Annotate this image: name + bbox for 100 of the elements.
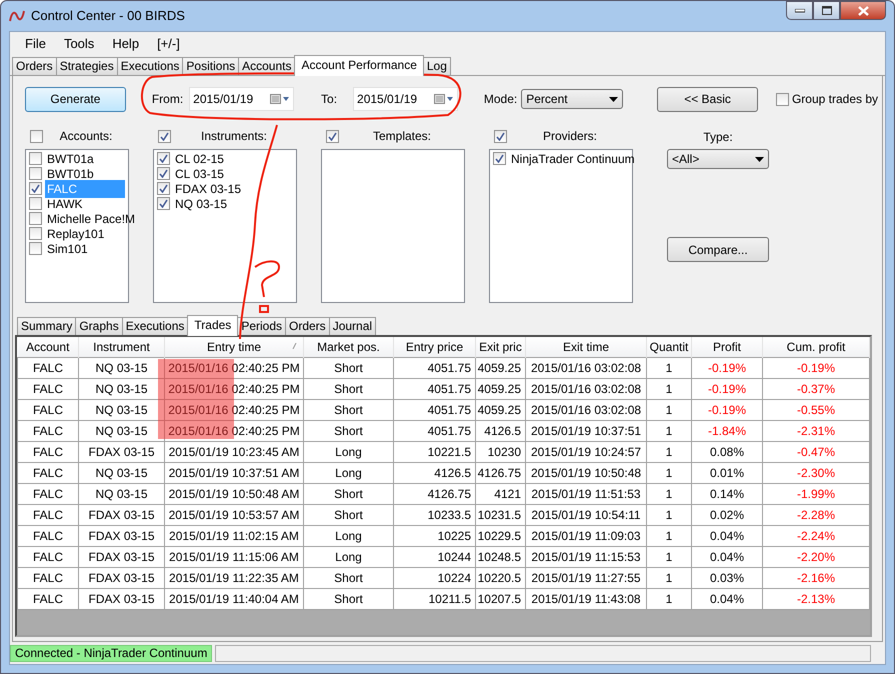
checkbox[interactable] bbox=[493, 152, 506, 165]
tab[interactable]: Account Performance bbox=[294, 55, 424, 76]
tab[interactable]: Journal bbox=[328, 317, 376, 335]
column-header[interactable]: Exit time bbox=[526, 337, 646, 358]
checkbox[interactable] bbox=[30, 130, 43, 142]
list-item[interactable]: FDAX 03-15 bbox=[173, 180, 293, 198]
type-dropdown[interactable]: <All> bbox=[667, 149, 769, 169]
column-header[interactable]: Account bbox=[18, 337, 78, 358]
table-cell: FDAX 03-15 bbox=[78, 568, 164, 588]
filter-label: Providers: bbox=[542, 128, 598, 145]
table-cell: 10224 bbox=[394, 568, 476, 588]
list-item[interactable]: HAWK bbox=[45, 194, 125, 212]
column-header[interactable]: Entry time bbox=[164, 337, 304, 358]
checkbox[interactable] bbox=[157, 182, 170, 195]
calendar-icon bbox=[434, 94, 454, 104]
checkbox[interactable] bbox=[326, 130, 339, 142]
column-header[interactable]: Entry price bbox=[394, 337, 476, 358]
tab[interactable]: Strategies bbox=[56, 57, 118, 75]
list-item[interactable]: BWT01b bbox=[45, 164, 125, 182]
checkbox[interactable] bbox=[494, 130, 507, 142]
table-cell: 4126.75 bbox=[394, 484, 476, 504]
table-cell: 2015/01/16 02:40:25 PM bbox=[164, 378, 304, 400]
checkbox[interactable] bbox=[157, 152, 170, 165]
table-cell: -0.37% bbox=[762, 378, 870, 400]
list-item[interactable]: CL 02-15 bbox=[173, 150, 293, 168]
tab[interactable]: Orders bbox=[12, 57, 57, 75]
list-item[interactable]: CL 03-15 bbox=[173, 164, 293, 182]
column-header[interactable]: Cum. profit bbox=[762, 337, 870, 358]
list-item[interactable]: Sim101 bbox=[45, 240, 125, 258]
table-cell: 10220.5 bbox=[476, 568, 526, 588]
tab[interactable]: Executions bbox=[116, 57, 184, 75]
checkbox[interactable] bbox=[29, 227, 42, 240]
table-cell: 2015/01/16 03:02:08 bbox=[526, 358, 646, 378]
table-cell: Long bbox=[304, 462, 394, 484]
checkbox[interactable] bbox=[157, 197, 170, 210]
column-header[interactable]: Quantit bbox=[646, 337, 692, 358]
menu-item[interactable]: [+/-] bbox=[148, 34, 189, 54]
compare-button[interactable]: Compare... bbox=[667, 237, 769, 262]
checkbox[interactable] bbox=[29, 242, 42, 255]
mode-dropdown[interactable]: Percent bbox=[521, 89, 624, 109]
menu-item[interactable]: File bbox=[16, 34, 55, 54]
menu-item[interactable]: Help bbox=[103, 34, 148, 54]
table-cell: -1.84% bbox=[692, 420, 762, 442]
table-cell: Short bbox=[304, 378, 394, 400]
close-button[interactable] bbox=[840, 1, 886, 20]
table-cell: NQ 03-15 bbox=[78, 420, 164, 442]
table-cell: NQ 03-15 bbox=[78, 378, 164, 400]
table-cell: 2015/01/19 10:54:11 bbox=[526, 504, 646, 526]
list-item[interactable]: Replay101 bbox=[45, 224, 125, 242]
tab[interactable]: Summary bbox=[17, 317, 76, 335]
to-label: To: bbox=[321, 91, 338, 108]
basic-button[interactable]: << Basic bbox=[657, 86, 758, 112]
table-cell: 2015/01/16 02:40:25 PM bbox=[164, 358, 304, 378]
table-cell: 1 bbox=[646, 588, 692, 610]
table-cell: 4051.75 bbox=[394, 378, 476, 400]
menu-item[interactable]: Tools bbox=[54, 34, 104, 54]
checkbox[interactable] bbox=[158, 130, 171, 142]
column-header[interactable]: Market pos. bbox=[304, 337, 394, 358]
column-header[interactable]: Profit bbox=[692, 337, 762, 358]
tab[interactable]: Log bbox=[422, 57, 451, 75]
tab[interactable]: Orders bbox=[285, 317, 330, 335]
table-cell: 2015/01/19 10:37:51 AM bbox=[164, 462, 304, 484]
table-cell: 2015/01/19 11:22:35 AM bbox=[164, 568, 304, 588]
table-cell: FDAX 03-15 bbox=[78, 526, 164, 546]
table-cell: FDAX 03-15 bbox=[78, 442, 164, 462]
list-item[interactable]: NinjaTrader Continuum bbox=[509, 150, 637, 168]
tab[interactable]: Graphs bbox=[75, 317, 123, 335]
tab[interactable]: Executions bbox=[122, 317, 188, 335]
tab[interactable]: Periods bbox=[237, 317, 286, 335]
table-cell: Short bbox=[304, 420, 394, 442]
maximize-button[interactable] bbox=[813, 1, 840, 20]
checkbox[interactable] bbox=[29, 152, 42, 165]
minimize-button[interactable] bbox=[786, 1, 813, 20]
table-cell: 4121 bbox=[476, 484, 526, 504]
table-cell: 0.04% bbox=[692, 546, 762, 568]
list-item[interactable]: Michelle Pace!M bbox=[45, 210, 138, 228]
to-date-picker[interactable]: 2015/01/19 bbox=[353, 87, 458, 111]
table-cell: 2015/01/19 11:09:03 bbox=[526, 526, 646, 546]
list-item[interactable]: NQ 03-15 bbox=[173, 194, 293, 212]
table-cell: 1 bbox=[646, 420, 692, 442]
checkbox[interactable] bbox=[157, 167, 170, 180]
checkbox[interactable] bbox=[776, 92, 789, 106]
table-cell: 2015/01/16 02:40:25 PM bbox=[164, 400, 304, 420]
list-item[interactable]: BWT01a bbox=[45, 150, 125, 168]
table-cell: FALC bbox=[18, 400, 78, 420]
checkbox[interactable] bbox=[29, 197, 42, 210]
column-header[interactable]: Instrument bbox=[78, 337, 164, 358]
generate-button[interactable]: Generate bbox=[25, 86, 126, 112]
from-date-picker[interactable]: 2015/01/19 bbox=[189, 87, 294, 111]
maximize-icon bbox=[822, 6, 832, 15]
table-cell: 1 bbox=[646, 400, 692, 420]
checkbox[interactable] bbox=[29, 182, 42, 195]
table-cell: 1 bbox=[646, 526, 692, 546]
column-header[interactable]: Exit pric bbox=[476, 337, 526, 358]
tab[interactable]: Trades bbox=[187, 315, 238, 336]
table-cell: FDAX 03-15 bbox=[78, 588, 164, 610]
checkbox[interactable] bbox=[29, 212, 42, 225]
checkbox[interactable] bbox=[29, 167, 42, 180]
table-cell: -2.30% bbox=[762, 462, 870, 484]
table-cell: Long bbox=[304, 546, 394, 568]
